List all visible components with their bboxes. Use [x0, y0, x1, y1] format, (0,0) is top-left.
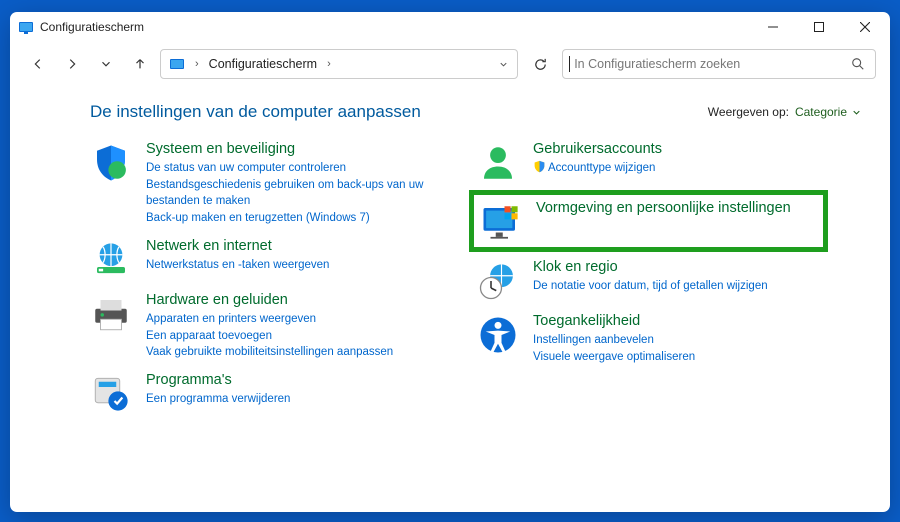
category-link[interactable]: Een apparaat toevoegen	[146, 328, 473, 345]
back-button[interactable]	[24, 50, 52, 78]
address-bar[interactable]: › Configuratiescherm ›	[160, 49, 518, 79]
history-dropdown[interactable]	[92, 50, 120, 78]
chevron-right-icon: ›	[193, 58, 201, 70]
category-link[interactable]: Instellingen aanbevelen	[533, 332, 860, 349]
category-programs: Programma's Een programma verwijderen	[90, 371, 473, 415]
title-bar: Configuratiescherm	[10, 12, 890, 42]
chevron-right-icon: ›	[325, 58, 333, 70]
shield-icon	[90, 142, 132, 184]
category-title[interactable]: Gebruikersaccounts	[533, 140, 860, 158]
forward-button[interactable]	[58, 50, 86, 78]
category-title[interactable]: Netwerk en internet	[146, 237, 473, 255]
category-link[interactable]: Bestandsgeschiedenis gebruiken om back-u…	[146, 177, 473, 210]
control-panel-icon	[18, 19, 34, 35]
user-icon	[477, 142, 519, 184]
category-link[interactable]: Back-up maken en terugzetten (Windows 7)	[146, 210, 473, 227]
clock-globe-icon	[477, 260, 519, 302]
content-area: De instellingen van de computer aanpasse…	[10, 86, 890, 512]
category-title[interactable]: Klok en regio	[533, 258, 860, 276]
category-appearance: Vormgeving en persoonlijke instellingen	[480, 199, 817, 243]
view-by-label: Weergeven op:	[708, 105, 789, 119]
window: Configuratiescherm › Configuratiescherm …	[10, 12, 890, 512]
search-input[interactable]: In Configuratiescherm zoeken	[562, 49, 876, 79]
category-title[interactable]: Toegankelijkheid	[533, 312, 860, 330]
close-button[interactable]	[842, 12, 888, 42]
search-placeholder: In Configuratiescherm zoeken	[574, 57, 851, 71]
uac-shield-icon	[533, 160, 546, 173]
category-link[interactable]: Accounttype wijzigen	[533, 160, 860, 177]
nav-bar: › Configuratiescherm › In Configuratiesc…	[10, 42, 890, 86]
category-network: Netwerk en internet Netwerkstatus en -ta…	[90, 237, 473, 281]
category-hardware: Hardware en geluiden Apparaten en printe…	[90, 291, 473, 361]
chevron-down-icon[interactable]	[498, 59, 509, 70]
category-link[interactable]: Een programma verwijderen	[146, 391, 473, 408]
chevron-down-icon	[853, 109, 860, 116]
accessibility-icon	[477, 314, 519, 356]
category-users: Gebruikersaccounts Accounttype wijzigen	[477, 140, 860, 184]
category-link[interactable]: Visuele weergave optimaliseren	[533, 349, 860, 366]
text-cursor	[569, 56, 570, 72]
category-title[interactable]: Systeem en beveiliging	[146, 140, 473, 158]
category-link[interactable]: Apparaten en printers weergeven	[146, 311, 473, 328]
view-by-dropdown[interactable]: Weergeven op: Categorie	[708, 105, 860, 119]
programs-icon	[90, 373, 132, 415]
globe-network-icon	[90, 239, 132, 281]
category-title[interactable]: Hardware en geluiden	[146, 291, 473, 309]
view-by-value: Categorie	[795, 105, 847, 119]
printer-icon	[90, 293, 132, 335]
category-clock: Klok en regio De notatie voor datum, tij…	[477, 258, 860, 302]
up-button[interactable]	[126, 50, 154, 78]
maximize-button[interactable]	[796, 12, 842, 42]
category-accessibility: Toegankelijkheid Instellingen aanbevelen…	[477, 312, 860, 365]
breadcrumb[interactable]: Configuratiescherm	[209, 57, 317, 71]
page-title: De instellingen van de computer aanpasse…	[90, 102, 708, 122]
window-title: Configuratiescherm	[40, 20, 750, 34]
refresh-button[interactable]	[524, 50, 556, 78]
category-title[interactable]: Programma's	[146, 371, 473, 389]
category-system: Systeem en beveiliging De status van uw …	[90, 140, 473, 227]
category-link[interactable]: De status van uw computer controleren	[146, 160, 473, 177]
highlighted-category: Vormgeving en persoonlijke instellingen	[469, 190, 828, 252]
minimize-button[interactable]	[750, 12, 796, 42]
control-panel-icon	[169, 56, 185, 72]
category-title[interactable]: Vormgeving en persoonlijke instellingen	[536, 199, 817, 217]
category-link[interactable]: De notatie voor datum, tijd of getallen …	[533, 278, 860, 295]
category-link[interactable]: Netwerkstatus en -taken weergeven	[146, 257, 473, 274]
category-link[interactable]: Vaak gebruikte mobiliteitsinstellingen a…	[146, 344, 473, 361]
search-icon	[851, 57, 865, 71]
monitor-personalize-icon	[480, 201, 522, 243]
